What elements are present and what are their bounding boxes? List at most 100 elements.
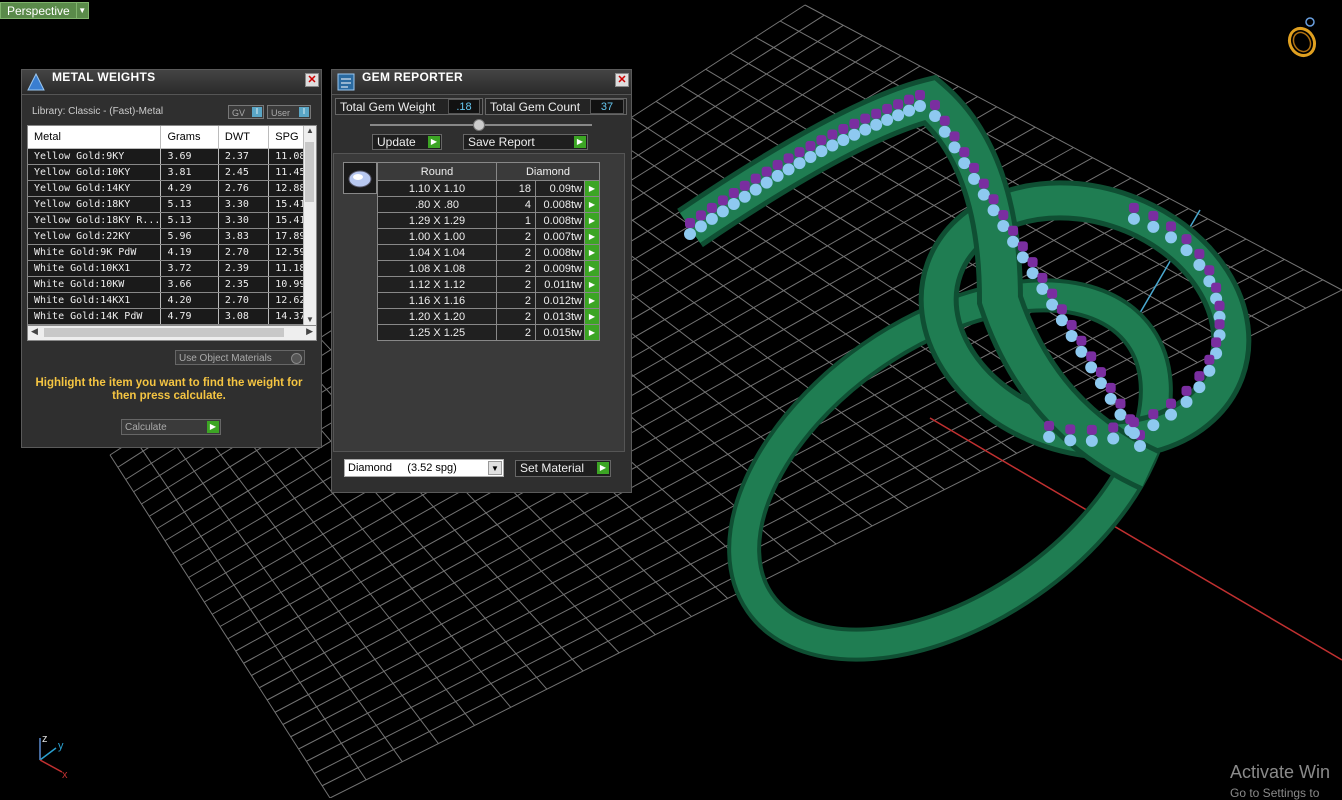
scroll-thumb[interactable] bbox=[305, 142, 314, 202]
save-report-button[interactable]: Save Report ▶ bbox=[463, 134, 588, 150]
set-material-button[interactable]: Set Material ▶ bbox=[515, 460, 611, 477]
gem-row[interactable]: 1.20 X 1.20 2 0.013tw ▶ bbox=[377, 308, 600, 325]
gem-row[interactable]: 1.12 X 1.12 2 0.011tw ▶ bbox=[377, 276, 600, 293]
select-gem-arrow-icon[interactable]: ▶ bbox=[584, 228, 600, 245]
gem-row[interactable]: .80 X .80 4 0.008tw ▶ bbox=[377, 196, 600, 213]
gem-prong bbox=[794, 147, 805, 158]
slider-knob[interactable] bbox=[473, 119, 485, 131]
select-gem-arrow-icon[interactable]: ▶ bbox=[584, 212, 600, 229]
scroll-left-icon[interactable]: ◀ bbox=[31, 326, 38, 337]
gem-cell: 0.008tw bbox=[535, 244, 585, 261]
gv-toggle[interactable]: GV I bbox=[228, 105, 264, 119]
gem-row[interactable]: 1.25 X 1.25 2 0.015tw ▶ bbox=[377, 324, 600, 341]
table-row[interactable]: Yellow Gold:18KY R... 5.13 3.30 15.41 bbox=[28, 212, 316, 229]
gem-table[interactable]: Round Diamond 1.10 X 1.10 18 0.09tw ▶ .80 X … bbox=[377, 162, 600, 341]
gem-row[interactable]: 1.08 X 1.08 2 0.009tw ▶ bbox=[377, 260, 600, 277]
scroll-right-icon[interactable]: ▶ bbox=[306, 326, 313, 337]
select-gem-arrow-icon[interactable]: ▶ bbox=[584, 244, 600, 261]
gem-seat bbox=[1180, 395, 1193, 408]
gem-prong bbox=[1204, 354, 1215, 365]
user-toggle[interactable]: User I bbox=[267, 105, 311, 119]
gem-seat bbox=[1203, 364, 1216, 377]
gem-row[interactable]: 1.04 X 1.04 2 0.008tw ▶ bbox=[377, 244, 600, 261]
select-gem-arrow-icon[interactable]: ▶ bbox=[584, 196, 600, 213]
total-gem-count-value: 37 bbox=[590, 99, 624, 114]
gem-seat bbox=[1193, 381, 1206, 394]
table-row[interactable]: White Gold:10KW 3.66 2.35 10.99 bbox=[28, 276, 316, 293]
update-button[interactable]: Update ▶ bbox=[372, 134, 442, 150]
use-object-materials-option[interactable]: Use Object Materials bbox=[175, 350, 305, 365]
gem-cell: 1 bbox=[496, 212, 536, 229]
table-row[interactable]: White Gold:14KX1 4.20 2.70 12.62 bbox=[28, 292, 316, 309]
gem-prong bbox=[1211, 337, 1222, 348]
metal-weights-title: METAL WEIGHTS bbox=[52, 70, 156, 84]
column-header-dwt[interactable]: DWT bbox=[218, 126, 270, 149]
table-row[interactable]: Yellow Gold:22KY 5.96 3.83 17.89 bbox=[28, 228, 316, 245]
table-row[interactable]: Yellow Gold:9KY 3.69 2.37 11.08 bbox=[28, 148, 316, 165]
perspective-tab[interactable]: Perspective ▼ bbox=[0, 2, 89, 19]
material-select[interactable]: Diamond (3.52 spg) ▼ bbox=[344, 459, 504, 477]
gem-prong bbox=[1108, 422, 1119, 433]
select-gem-arrow-icon[interactable]: ▶ bbox=[584, 292, 600, 309]
gem-seat bbox=[1085, 434, 1098, 447]
gem-seat bbox=[1075, 345, 1088, 358]
material-select-value: Diamond (3.52 spg) bbox=[348, 462, 457, 474]
close-icon[interactable]: ✕ bbox=[305, 73, 319, 87]
close-icon[interactable]: ✕ bbox=[615, 73, 629, 87]
vertical-scrollbar[interactable]: ▲ ▼ bbox=[303, 126, 316, 326]
metal-weights-titlebar[interactable]: METAL WEIGHTS ✕ bbox=[22, 70, 321, 95]
gem-prong bbox=[915, 89, 925, 100]
table-row[interactable]: White Gold:14K PdW 4.79 3.08 14.37 bbox=[28, 308, 316, 325]
chevron-down-icon[interactable]: ▼ bbox=[488, 461, 502, 475]
use-object-materials-label: Use Object Materials bbox=[179, 353, 272, 364]
select-gem-arrow-icon[interactable]: ▶ bbox=[584, 260, 600, 277]
table-row[interactable]: Yellow Gold:14KY 4.29 2.76 12.88 bbox=[28, 180, 316, 197]
gem-seat bbox=[1147, 220, 1160, 233]
gem-seat bbox=[1016, 251, 1029, 264]
table-row[interactable]: Yellow Gold:10KY 3.81 2.45 11.45 bbox=[28, 164, 316, 181]
perspective-label[interactable]: Perspective bbox=[0, 2, 77, 19]
gem-prong bbox=[685, 218, 695, 228]
gem-seat bbox=[1165, 408, 1178, 421]
axis-gizmo: z y x bbox=[32, 732, 82, 787]
gem-row[interactable]: 1.29 X 1.29 1 0.008tw ▶ bbox=[377, 212, 600, 229]
table-row[interactable]: White Gold:10KX1 3.72 2.39 11.18 bbox=[28, 260, 316, 277]
report-slider[interactable] bbox=[370, 119, 592, 131]
toggle-switch-icon: I bbox=[252, 107, 262, 117]
table-cell: 3.83 bbox=[218, 228, 270, 245]
column-header-grams[interactable]: Grams bbox=[160, 126, 219, 149]
axis-y-label: y bbox=[58, 740, 64, 752]
column-header-metal[interactable]: Metal bbox=[28, 126, 162, 149]
scroll-up-icon[interactable]: ▲ bbox=[304, 126, 316, 135]
calculate-button[interactable]: Calculate ▶ bbox=[121, 419, 221, 435]
table-cell: 2.39 bbox=[218, 260, 270, 277]
gem-seat bbox=[881, 113, 894, 126]
scroll-thumb[interactable] bbox=[44, 328, 284, 337]
round-gem-icon[interactable] bbox=[343, 162, 377, 194]
table-row[interactable]: Yellow Gold:18KY 5.13 3.30 15.41 bbox=[28, 196, 316, 213]
table-cell: 5.13 bbox=[160, 212, 219, 229]
gem-row[interactable]: 1.00 X 1.00 2 0.007tw ▶ bbox=[377, 228, 600, 245]
ring-navigation-icon[interactable] bbox=[1280, 14, 1324, 65]
select-gem-arrow-icon[interactable]: ▶ bbox=[584, 180, 600, 197]
gem-row[interactable]: 1.10 X 1.10 18 0.09tw ▶ bbox=[377, 180, 600, 197]
select-gem-arrow-icon[interactable]: ▶ bbox=[584, 308, 600, 325]
select-gem-arrow-icon[interactable]: ▶ bbox=[584, 276, 600, 293]
metal-table[interactable]: Metal Grams DWT SPG Yellow Gold:9KY 3.69 2… bbox=[27, 125, 317, 327]
table-cell: White Gold:10KW bbox=[28, 276, 162, 293]
horizontal-scrollbar[interactable]: ◀ ▶ bbox=[27, 325, 317, 341]
gem-seat bbox=[1127, 427, 1140, 440]
gem-reporter-titlebar[interactable]: GEM REPORTER ✕ bbox=[332, 70, 631, 95]
perspective-dropdown-icon[interactable]: ▼ bbox=[76, 2, 89, 19]
gem-prong bbox=[849, 118, 860, 129]
select-gem-arrow-icon[interactable]: ▶ bbox=[584, 324, 600, 341]
gem-seat bbox=[1043, 430, 1056, 443]
table-cell: 4.29 bbox=[160, 180, 219, 197]
scroll-down-icon[interactable]: ▼ bbox=[304, 315, 316, 324]
radio-icon[interactable] bbox=[291, 353, 302, 364]
gem-row[interactable]: 1.16 X 1.16 2 0.012tw ▶ bbox=[377, 292, 600, 309]
gem-prong bbox=[739, 180, 750, 191]
gem-cell: 2 bbox=[496, 260, 536, 277]
gem-cell: 0.015tw bbox=[535, 324, 585, 341]
table-row[interactable]: White Gold:9K PdW 4.19 2.70 12.59 bbox=[28, 244, 316, 261]
